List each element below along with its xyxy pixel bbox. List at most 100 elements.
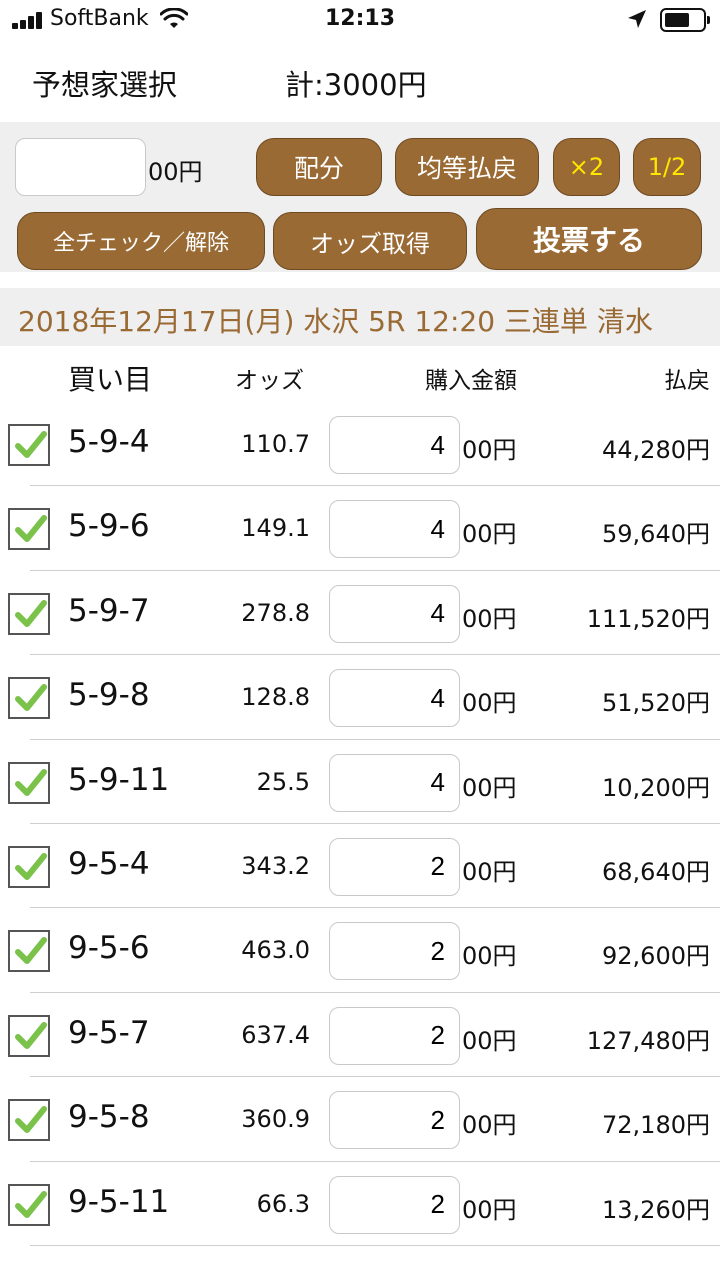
row-checkbox[interactable]	[8, 592, 50, 635]
column-header-payout: 払戻	[664, 368, 710, 394]
bet-row: 9-5-8 360.9 00円 72,180円	[0, 1077, 720, 1162]
row-amount-input[interactable]	[329, 584, 460, 643]
bet-row: 5-9-6 149.1 00円 59,640円	[0, 486, 720, 571]
row-ticket: 9-5-7	[68, 1014, 150, 1051]
row-ticket: 5-9-6	[68, 508, 150, 545]
row-ticket: 9-5-11	[68, 1183, 170, 1220]
row-ticket: 5-9-4	[68, 424, 150, 460]
amount-input[interactable]	[15, 138, 146, 196]
row-payout: 72,180円	[602, 1111, 710, 1140]
bet-row: 5-9-8 128.8 00円 51,520円	[0, 655, 720, 740]
row-payout: 13,260円	[602, 1195, 710, 1224]
bet-list: 5-9-4 110.7 00円 44,280円 5-9-6 149.1 00円 …	[0, 402, 720, 1246]
row-checkbox[interactable]	[8, 508, 50, 551]
row-checkbox[interactable]	[8, 1014, 50, 1057]
row-ticket: 5-9-11	[68, 761, 170, 798]
row-amount-input[interactable]	[329, 669, 460, 728]
row-amount-unit: 00円	[462, 773, 517, 802]
row-odds: 343.2	[241, 851, 310, 880]
row-payout: 51,520円	[602, 689, 710, 718]
row-amount-unit: 00円	[462, 604, 517, 633]
vote-button[interactable]: 投票する	[476, 208, 702, 270]
row-amount-unit: 00円	[462, 1111, 517, 1140]
bet-row: 5-9-7 278.8 00円 111,520円	[0, 571, 720, 656]
row-ticket: 5-9-7	[68, 592, 150, 629]
row-ticket: 9-5-4	[68, 845, 150, 882]
row-payout: 59,640円	[602, 520, 710, 549]
bet-row: 5-9-4 110.7 00円 44,280円	[0, 402, 720, 487]
distribute-button[interactable]: 配分	[256, 138, 382, 196]
row-amount-input[interactable]	[329, 500, 460, 559]
row-checkbox[interactable]	[8, 845, 50, 888]
row-amount-input[interactable]	[329, 1091, 460, 1150]
row-amount-input[interactable]	[329, 1175, 460, 1234]
checkmark-icon	[15, 1190, 47, 1218]
bet-row: 9-5-4 343.2 00円 68,640円	[0, 824, 720, 909]
header: 予想家選択 計:3000円	[0, 40, 720, 122]
battery-icon	[660, 8, 710, 32]
clock: 12:13	[324, 6, 396, 31]
row-amount-unit: 00円	[462, 857, 517, 886]
checkmark-icon	[15, 599, 47, 627]
bet-row: 9-5-7 637.4 00円 127,480円	[0, 993, 720, 1078]
check-all-button[interactable]: 全チェック／解除	[17, 212, 265, 270]
amount-unit: 00円	[148, 158, 203, 186]
row-amount-input[interactable]	[329, 837, 460, 896]
get-odds-button[interactable]: オッズ取得	[273, 212, 467, 270]
row-odds: 360.9	[241, 1105, 310, 1134]
location-arrow-icon	[628, 10, 646, 28]
bet-row: 9-5-11 66.3 00円 13,260円	[0, 1162, 720, 1246]
row-odds: 637.4	[241, 1020, 310, 1049]
checkmark-icon	[15, 852, 47, 880]
equal-payout-button[interactable]: 均等払戻	[395, 138, 539, 196]
row-divider	[30, 1244, 720, 1246]
row-amount-unit: 00円	[462, 1195, 517, 1224]
row-checkbox[interactable]	[8, 1099, 50, 1142]
row-odds: 110.7	[241, 430, 310, 458]
row-odds: 149.1	[241, 514, 310, 543]
row-checkbox[interactable]	[8, 930, 50, 973]
race-banner: 2018年12月17日(月) 水沢 5R 12:20 三連単 清水	[0, 288, 720, 346]
row-amount-input[interactable]	[329, 416, 460, 474]
half-button[interactable]: 1/2	[633, 138, 701, 196]
controls-panel: 00円 配分 均等払戻 ×2 1/2 全チェック／解除 オッズ取得 投票する	[0, 122, 720, 272]
row-checkbox[interactable]	[8, 677, 50, 720]
row-payout: 92,600円	[602, 942, 710, 971]
checkmark-icon	[15, 1021, 47, 1049]
column-header-amount: 購入金額	[425, 368, 517, 394]
row-ticket: 5-9-8	[68, 677, 150, 714]
checkmark-icon	[15, 768, 47, 796]
row-amount-unit: 00円	[462, 689, 517, 718]
row-amount-unit: 00円	[462, 1026, 517, 1055]
row-amount-input[interactable]	[329, 922, 460, 981]
row-ticket: 9-5-6	[68, 930, 150, 967]
row-payout: 44,280円	[602, 436, 710, 464]
row-ticket: 9-5-8	[68, 1099, 150, 1136]
bet-row: 5-9-11 25.5 00円 10,200円	[0, 740, 720, 824]
status-bar: SoftBank 12:13	[0, 0, 720, 40]
row-amount-input[interactable]	[329, 1006, 460, 1065]
row-amount-unit: 00円	[462, 436, 517, 464]
race-info: 2018年12月17日(月) 水沢 5R 12:20 三連単 清水	[18, 305, 653, 338]
row-checkbox[interactable]	[8, 1183, 50, 1226]
column-header-ticket: 買い目	[68, 363, 153, 396]
row-odds: 128.8	[241, 683, 310, 712]
bet-row: 9-5-6 463.0 00円 92,600円	[0, 908, 720, 993]
checkmark-icon	[15, 937, 47, 965]
column-headers: 買い目 オッズ 購入金額 払戻	[0, 346, 720, 402]
row-amount-input[interactable]	[329, 753, 460, 812]
row-amount-unit: 00円	[462, 520, 517, 549]
row-payout: 68,640円	[602, 857, 710, 886]
column-header-odds: オッズ	[235, 368, 304, 394]
row-amount-unit: 00円	[462, 942, 517, 971]
checkmark-icon	[15, 515, 47, 543]
predictor-select-link[interactable]: 予想家選択	[32, 62, 177, 104]
row-odds: 66.3	[256, 1189, 310, 1218]
double-button[interactable]: ×2	[553, 138, 620, 196]
total-amount: 計:3000円	[285, 68, 427, 102]
row-checkbox[interactable]	[8, 424, 50, 466]
checkmark-icon	[15, 684, 47, 712]
row-checkbox[interactable]	[8, 761, 50, 804]
row-odds: 463.0	[241, 936, 310, 965]
checkmark-icon	[15, 431, 47, 458]
